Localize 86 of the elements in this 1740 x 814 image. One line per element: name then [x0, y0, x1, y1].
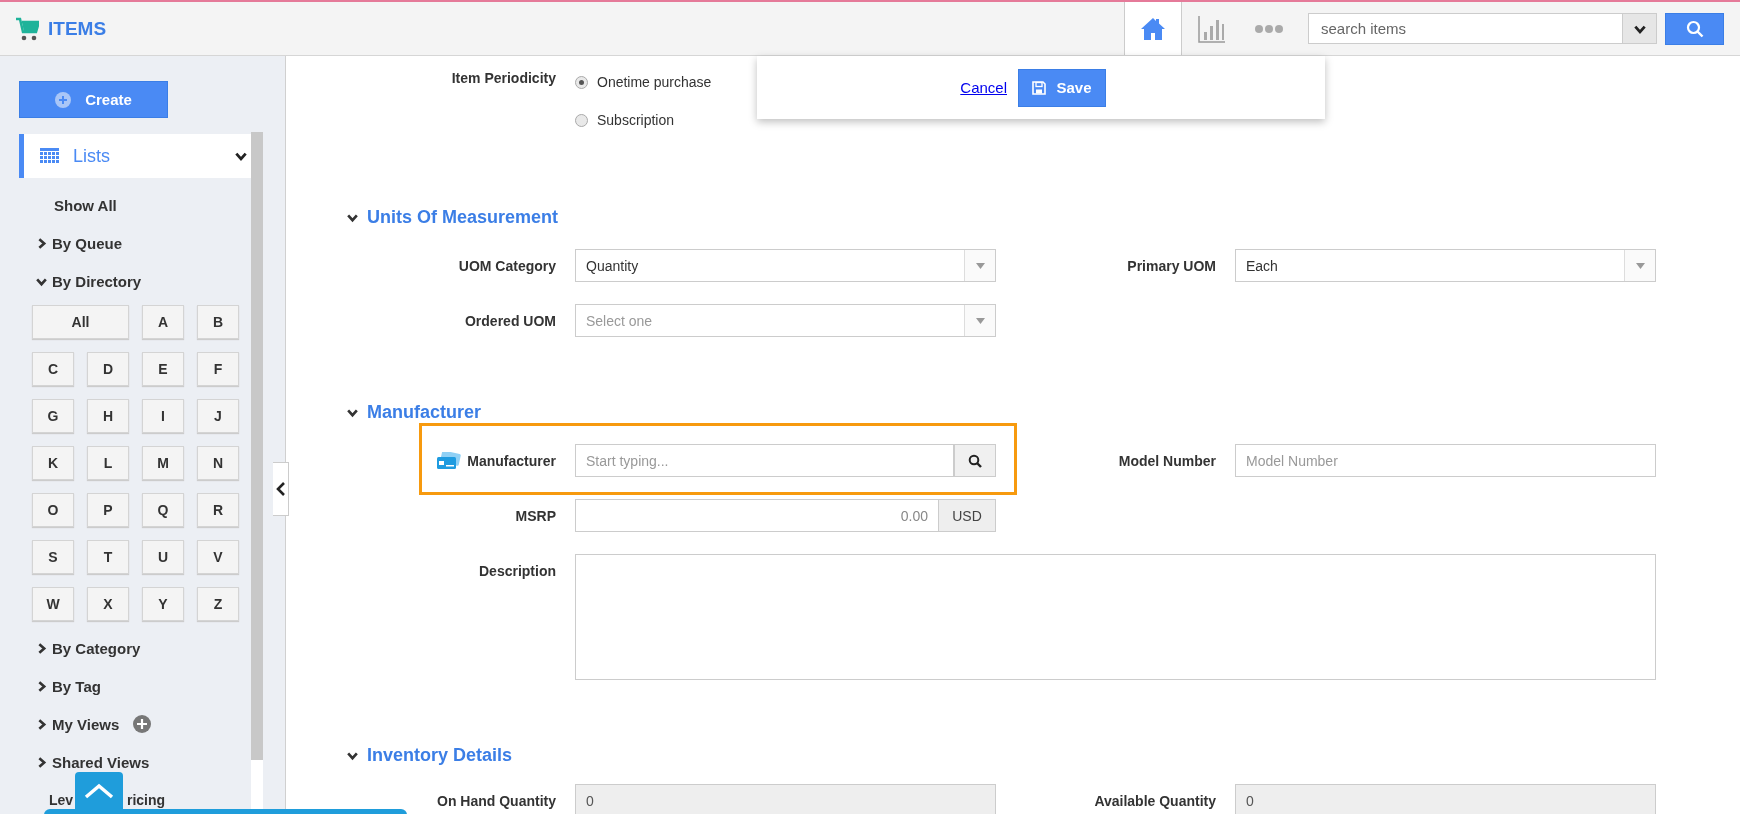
bar-chart-icon	[1197, 14, 1225, 43]
field-label: MSRP	[515, 507, 556, 524]
app-title: ITEMS	[48, 17, 107, 40]
field-label: Primary UOM	[1127, 257, 1216, 274]
sidebar-item-fragment: ricing	[127, 792, 166, 808]
field-label: UOM Category	[458, 257, 556, 274]
currency-field[interactable]: 0.00	[575, 499, 939, 532]
letter-button[interactable]: I	[142, 399, 184, 433]
sidebar-item[interactable]: My Views	[52, 715, 120, 733]
input-field[interactable]: Model Number	[1235, 444, 1656, 477]
plus-circle-icon	[55, 91, 72, 108]
input-field[interactable]: Start typing...	[575, 444, 954, 477]
caret-down-icon[interactable]	[1635, 262, 1645, 269]
sidebar-item[interactable]: By Directory	[52, 272, 142, 290]
letter-button[interactable]: P	[87, 493, 129, 527]
option-label: Subscription	[597, 112, 675, 128]
input-field: 0	[575, 784, 996, 814]
letter-button[interactable]: B	[197, 305, 239, 339]
collapse-tab[interactable]	[273, 462, 289, 516]
more-icon	[1255, 24, 1283, 33]
add-circle-icon[interactable]	[133, 715, 152, 733]
sidebar-item[interactable]: By Queue	[52, 234, 123, 252]
field-label: Available Quantity	[1094, 792, 1216, 809]
letter-button[interactable]: M	[142, 446, 184, 480]
cards-icon	[437, 451, 462, 470]
letter-button[interactable]: E	[142, 352, 184, 386]
caret-down-icon[interactable]	[975, 262, 985, 269]
chevron-left-icon	[275, 482, 286, 496]
search-icon	[968, 453, 982, 468]
home-icon	[1140, 16, 1166, 41]
letter-button[interactable]: T	[87, 540, 129, 574]
cancel-link[interactable]: Cancel	[960, 79, 1007, 96]
search-field[interactable]: search items	[1308, 13, 1623, 44]
letter-button[interactable]: W	[32, 587, 74, 621]
search-icon	[1685, 19, 1704, 38]
scrollbar[interactable]	[251, 132, 263, 810]
letter-button[interactable]: Q	[142, 493, 184, 527]
sidebar-item[interactable]: By Category	[52, 639, 141, 657]
field-label: Ordered UOM	[465, 312, 556, 329]
sidebar-item[interactable]: Show All	[54, 196, 117, 214]
dropdown-field[interactable]: Quantity	[575, 249, 996, 282]
field-label: Model Number	[1118, 452, 1216, 469]
field-label: Item Periodicity	[450, 70, 557, 88]
sidebar-item-fragment: Lev	[49, 792, 74, 808]
sidebar-item[interactable]: By Tag	[52, 677, 101, 695]
search-button[interactable]	[954, 444, 996, 477]
currency-unit: USD	[939, 499, 996, 532]
section-title[interactable]: Manufacturer	[367, 401, 482, 423]
input-field: 0	[1235, 784, 1656, 814]
section-title[interactable]: Inventory Details	[367, 744, 513, 766]
letter-button[interactable]: O	[32, 493, 74, 527]
letter-button[interactable]: F	[197, 352, 239, 386]
letter-button[interactable]: V	[197, 540, 239, 574]
sidebar-item[interactable]: Shared Views	[52, 753, 150, 771]
letter-button[interactable]: C	[32, 352, 74, 386]
field-label: Manufacturer	[467, 452, 556, 469]
letter-button[interactable]: N	[197, 446, 239, 480]
chevron-up-icon	[84, 782, 114, 799]
calendar-grid-icon	[40, 148, 59, 164]
letter-button[interactable]: R	[197, 493, 239, 527]
letter-button[interactable]: U	[142, 540, 184, 574]
field-label: On Hand Quantity	[437, 792, 556, 809]
letter-button[interactable]: K	[32, 446, 74, 480]
letter-button[interactable]: H	[87, 399, 129, 433]
cart-icon	[15, 15, 39, 42]
dropdown-toggle[interactable]	[1623, 13, 1657, 44]
letter-button[interactable]: D	[87, 352, 129, 386]
field-label: Description	[479, 563, 556, 579]
letter-button[interactable]: Y	[142, 587, 184, 621]
scroll-top-button[interactable]	[75, 772, 123, 809]
radio-button[interactable]	[575, 113, 588, 127]
option-label: Onetime purchase	[597, 74, 712, 90]
letter-button[interactable]: Z	[197, 587, 239, 621]
dropdown-field[interactable]: Select one	[575, 304, 996, 337]
letter-button[interactable]: S	[32, 540, 74, 574]
caret-down-icon[interactable]	[975, 317, 985, 324]
letter-button[interactable]: X	[87, 587, 129, 621]
letter-button[interactable]: L	[87, 446, 129, 480]
section-title[interactable]: Units Of Measurement	[367, 206, 559, 228]
letter-button[interactable]: J	[197, 399, 239, 433]
toolbar-tab[interactable]	[1124, 2, 1182, 55]
letter-button[interactable]: G	[32, 399, 74, 433]
dropdown-field[interactable]: Each	[1235, 249, 1656, 282]
letter-button[interactable]: All	[32, 305, 129, 339]
radio-button[interactable]	[575, 75, 588, 89]
letter-button[interactable]: A	[142, 305, 184, 339]
